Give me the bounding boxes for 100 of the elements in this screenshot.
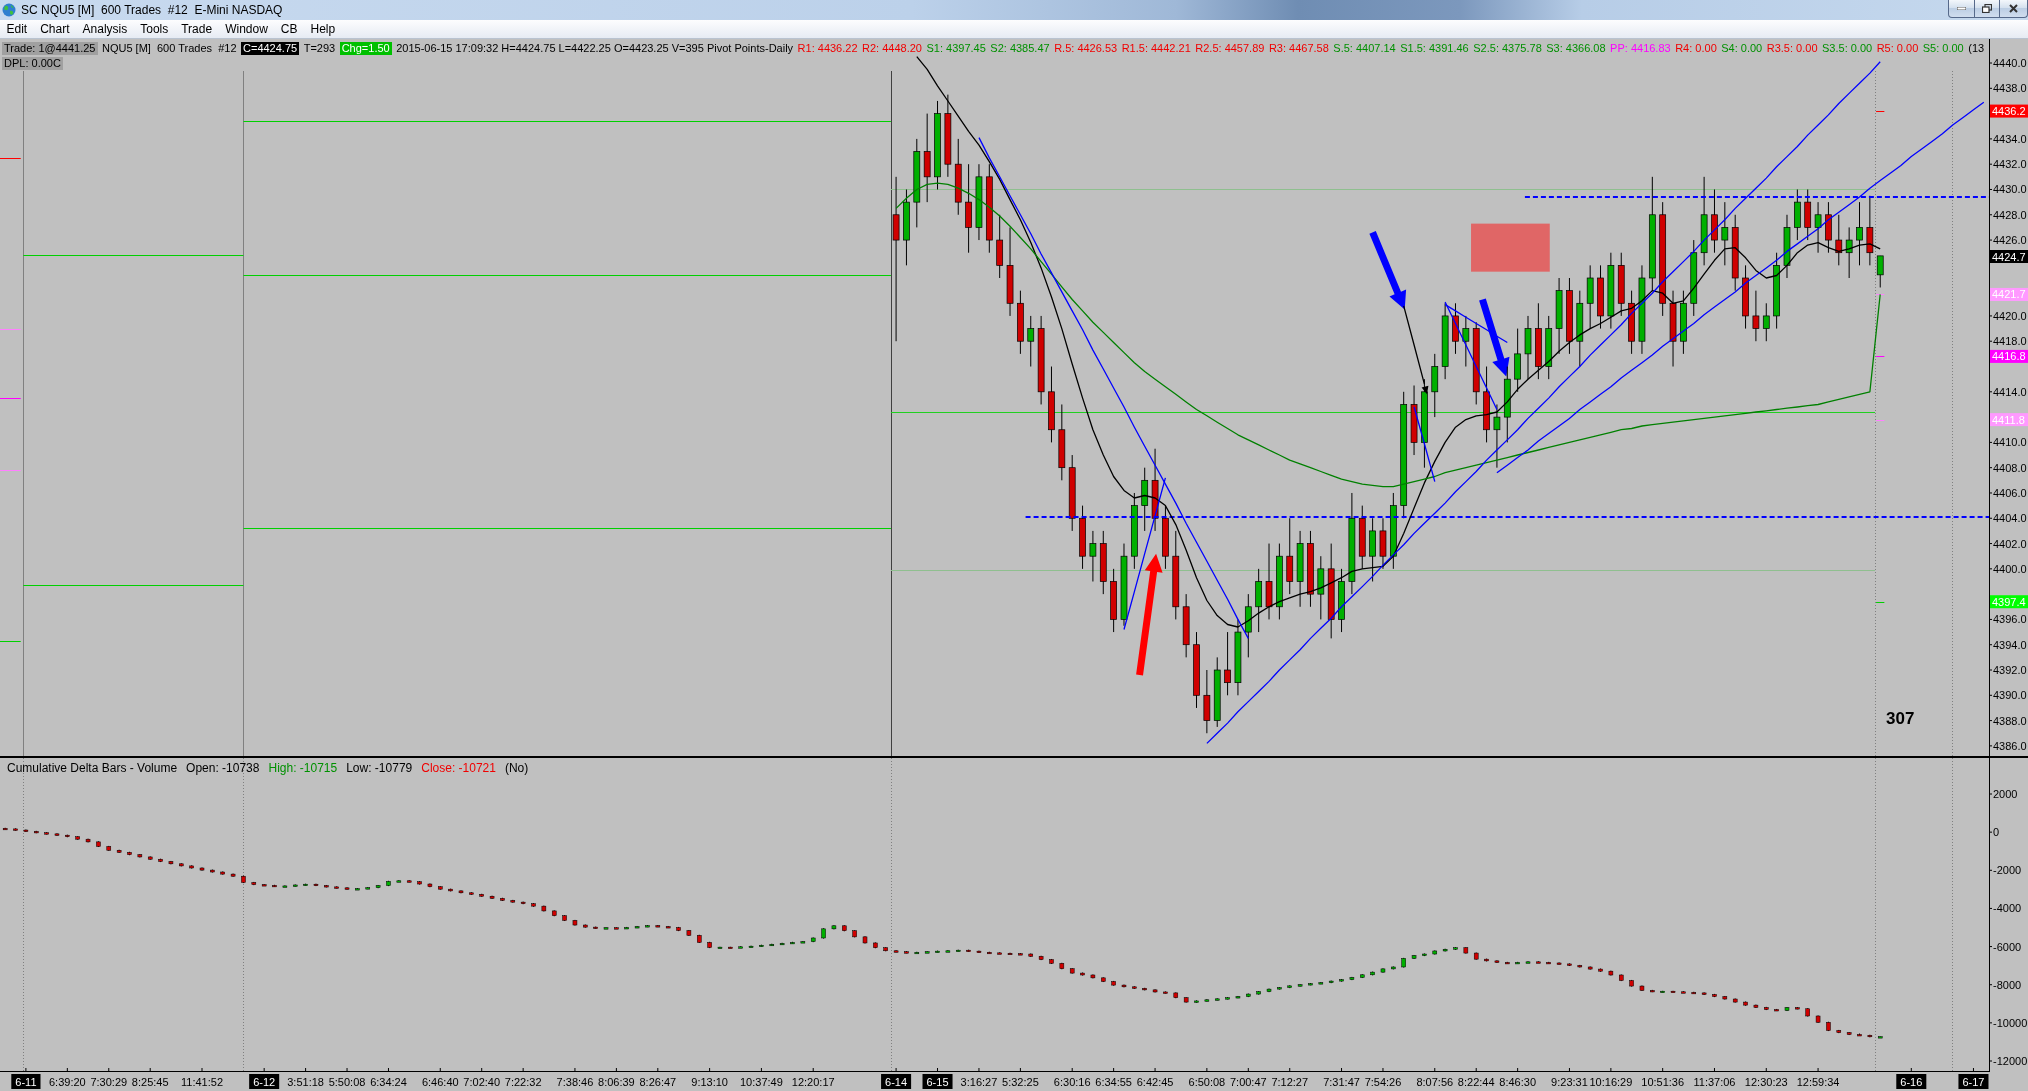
- info-text: R2.5: 4457.89: [1195, 42, 1265, 55]
- axis-label: 4408.0: [1993, 461, 2027, 474]
- info-text: T=293: [303, 42, 336, 55]
- time-label: 9:13:10: [691, 1075, 728, 1088]
- time-label: 3:51:18: [287, 1075, 324, 1088]
- axis-label: 4410.0: [1993, 436, 2027, 449]
- time-label: 10:51:36: [1641, 1075, 1685, 1088]
- time-label: 3:16:27: [960, 1075, 998, 1088]
- axis-label: 4404.0: [1993, 512, 2027, 525]
- time-label: 7:54:26: [1364, 1075, 1402, 1088]
- axis-label: 4390.0: [1993, 689, 2027, 702]
- time-label: 11:41:52: [181, 1075, 223, 1088]
- time-label: 7:02:40: [463, 1075, 501, 1088]
- axis-label: 4428.0: [1993, 208, 2027, 221]
- time-label: 8:22:44: [1457, 1075, 1495, 1088]
- time-label: 9:23:31: [1551, 1075, 1588, 1088]
- axis-label: -2000: [1993, 864, 2022, 877]
- x-tick-label: 6-15: [926, 1075, 949, 1088]
- axis-label: 4414.0: [1993, 385, 2027, 398]
- info-tag: Chg=1.50: [339, 42, 392, 55]
- info-tag: Trade: 1@4441.25: [2, 42, 98, 55]
- time-label: 8:07:56: [1416, 1075, 1454, 1088]
- counter-label: 307: [1886, 709, 1915, 729]
- info-text: Low: -10779: [346, 761, 413, 775]
- info-text: R4: 0.00: [1675, 42, 1717, 55]
- info-text: S2.5: 4375.78: [1473, 42, 1542, 55]
- info-text: S1.5: 4391.46: [1400, 42, 1469, 55]
- time-label: 5:50:08: [328, 1075, 366, 1088]
- time-label: 7:38:46: [556, 1075, 594, 1088]
- time-label: 5:32:25: [1002, 1075, 1039, 1088]
- axis-label: -10000: [1993, 1016, 2028, 1029]
- info-text: R3.5: 0.00: [1766, 42, 1818, 55]
- info-text: High: -10715: [268, 761, 338, 775]
- x-tick-label: 6-14: [885, 1075, 908, 1088]
- axis-label: 4426.0: [1993, 234, 2027, 247]
- time-label: 8:25:45: [131, 1075, 169, 1088]
- axis-label: 4430.0: [1993, 183, 2027, 196]
- x-tick-label: 6-11: [15, 1075, 37, 1088]
- price-tag: 4436.2: [1990, 104, 2028, 118]
- info-tag: DPL: 0.00C: [2, 57, 63, 70]
- info-text: 2015-06-15 17:09:32 H=4424.75 L=4422.25 O=4423.25 V=395 Pivot Points-Daily: [396, 42, 794, 55]
- time-label: 10:37:49: [740, 1075, 783, 1088]
- time-label: 7:31:47: [1323, 1075, 1360, 1088]
- info-text: NQU5 [M] 600 Trades #12: [102, 42, 237, 55]
- axis-label: -12000: [1993, 1055, 2028, 1067]
- time-label: 7:22:32: [504, 1075, 542, 1088]
- time-label: 11:37:06: [1693, 1075, 1736, 1088]
- axis-label: 4396.0: [1993, 613, 2027, 626]
- info-text: Open: -10738: [186, 761, 260, 775]
- axis-label: 4406.0: [1993, 486, 2027, 499]
- time-label: 6:34:55: [1095, 1075, 1132, 1088]
- axis-label: 4386.0: [1993, 739, 2027, 752]
- time-label: 6:50:08: [1188, 1075, 1226, 1088]
- axis-label: 4392.0: [1993, 664, 2027, 676]
- price-tag: 4421.7: [1990, 287, 2028, 301]
- time-label: 6:46:40: [421, 1075, 459, 1088]
- info-text: R5: 0.00: [1876, 42, 1919, 55]
- info-text: S4: 0.00: [1721, 42, 1763, 55]
- axis-label: 4438.0: [1993, 82, 2027, 95]
- info-text: S2: 4385.47: [990, 42, 1050, 55]
- price-tag: 4424.7: [1990, 250, 2028, 263]
- axis-label: 4432.0: [1993, 158, 2027, 171]
- time-label: 7:12:27: [1271, 1075, 1309, 1088]
- time-label: 12:20:17: [791, 1075, 835, 1088]
- axis-label: 4402.0: [1993, 537, 2027, 550]
- time-label: 8:26:47: [639, 1075, 677, 1088]
- date-label: 6-12: [249, 1074, 280, 1089]
- time-label: 6:42:45: [1136, 1075, 1174, 1088]
- info-text: R1: 4436.22: [797, 42, 858, 55]
- axis-label: -4000: [1993, 902, 2022, 915]
- date-label: 6-11: [11, 1074, 41, 1089]
- time-label: 7:30:29: [90, 1075, 128, 1088]
- date-label: 6-17: [1958, 1074, 1989, 1089]
- info-text: R.5: 4426.53: [1054, 42, 1118, 55]
- info-text: R1.5: 4442.21: [1121, 42, 1191, 55]
- time-label: 8:06:39: [598, 1075, 635, 1088]
- x-tick-label: 6-16: [1900, 1075, 1923, 1088]
- time-label: 10:16:29: [1589, 1075, 1633, 1088]
- time-label: 6:39:20: [49, 1075, 86, 1088]
- date-label: 6-14: [881, 1074, 912, 1089]
- info-text: S5: 0.00: [1922, 42, 1964, 55]
- info-text: PP: 4416.83: [1610, 42, 1671, 55]
- axis-label: 2000: [1993, 788, 2018, 800]
- axis-label: 4440.0: [1993, 57, 2027, 70]
- axis-label: -6000: [1993, 940, 2022, 953]
- price-tag: 4416.8: [1990, 349, 2028, 363]
- info-text: Close: -10721: [421, 761, 496, 775]
- time-label: 12:30:23: [1744, 1075, 1788, 1088]
- info-text: S1: 4397.45: [926, 42, 986, 55]
- axis-label: 4420.0: [1993, 309, 2027, 322]
- date-label: 6-16: [1896, 1074, 1927, 1089]
- x-tick-label: 6-12: [253, 1075, 276, 1088]
- info-text: (13: [1968, 42, 1985, 55]
- time-label: 7:00:47: [1229, 1075, 1267, 1088]
- axis-label: -8000: [1993, 978, 2022, 991]
- info-text: S3.5: 0.00: [1822, 42, 1873, 55]
- axis-label: 4418.0: [1993, 335, 2027, 348]
- axis-label: 4400.0: [1993, 562, 2027, 575]
- x-tick-label: 6-17: [1962, 1075, 1985, 1088]
- info-text: S3: 4366.08: [1546, 42, 1606, 55]
